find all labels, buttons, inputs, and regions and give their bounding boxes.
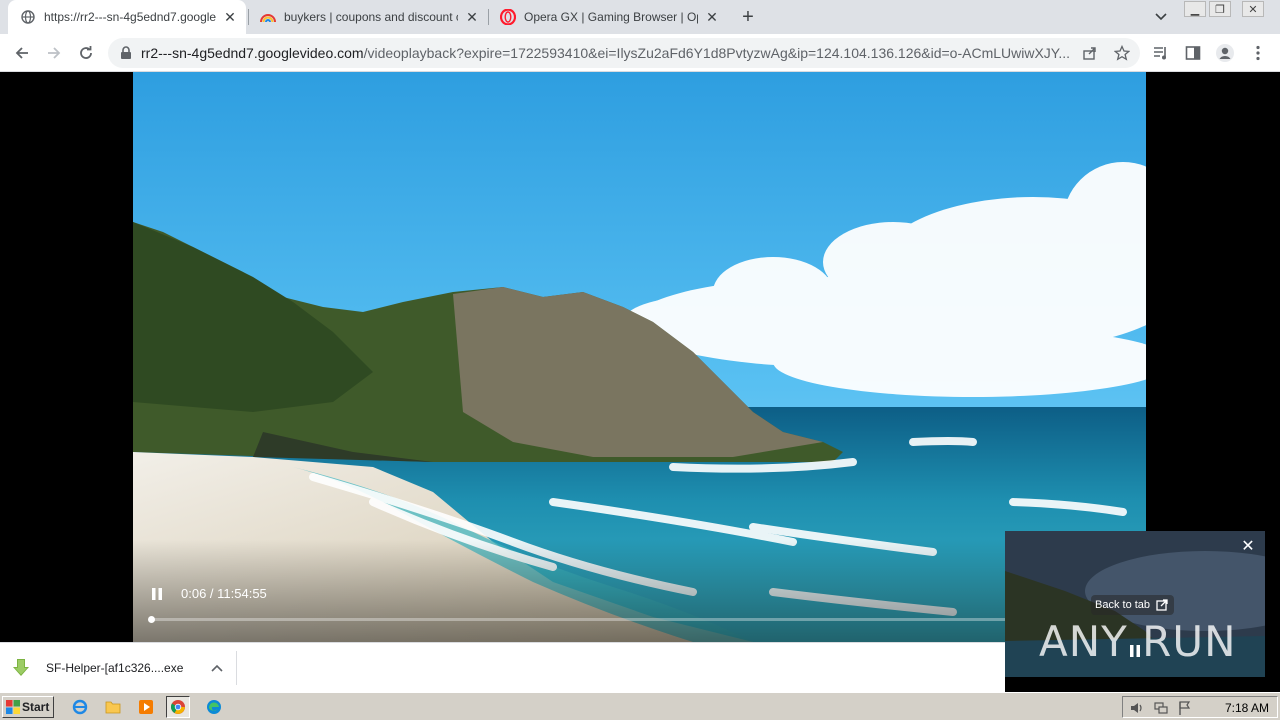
tab-buykers[interactable]: buykers | coupons and discount codes ✕ — [248, 0, 488, 34]
bookmark-star-icon[interactable] — [1112, 43, 1132, 63]
pause-button[interactable] — [149, 584, 165, 604]
picture-in-picture-window[interactable]: ✕ Back to tab ANY RUN — [1005, 531, 1265, 677]
internet-explorer-icon[interactable] — [70, 698, 90, 716]
edge-icon[interactable] — [204, 698, 224, 716]
volume-icon[interactable] — [1129, 700, 1145, 716]
download-filename: SF-Helper-[af1c326....exe — [46, 661, 184, 675]
reload-button[interactable] — [72, 39, 100, 67]
close-tab-icon[interactable]: ✕ — [222, 9, 238, 25]
profile-button[interactable] — [1211, 39, 1239, 67]
menu-button[interactable] — [1244, 39, 1272, 67]
side-panel-icon — [1185, 46, 1201, 60]
back-to-tab-button[interactable]: Back to tab — [1091, 595, 1175, 615]
tab-title: Opera GX | Gaming Browser | Opera — [524, 10, 698, 24]
flag-icon[interactable] — [1177, 700, 1193, 716]
playlist-icon — [1154, 47, 1166, 60]
url-host: rr2---sn-4g5ednd7.googlevideo.com — [141, 45, 364, 61]
chevron-up-icon[interactable] — [210, 661, 224, 675]
lock-icon[interactable] — [118, 45, 134, 61]
clock: 7:18 AM — [1224, 701, 1269, 715]
windows-logo-icon — [6, 700, 20, 714]
browser-toolbar: rr2---sn-4g5ednd7.googlevideo.com/videop… — [0, 34, 1280, 72]
windows-taskbar: Start 7:18 AM — [0, 692, 1280, 720]
restore-button[interactable]: ❐ — [1209, 1, 1231, 17]
pip-pause-icon[interactable] — [1127, 643, 1143, 659]
address-bar[interactable]: rr2---sn-4g5ednd7.googlevideo.com/videop… — [108, 38, 1140, 68]
download-file-icon — [13, 659, 29, 676]
rainbow-icon — [260, 9, 276, 25]
opera-icon — [500, 9, 516, 25]
arrow-left-icon — [15, 47, 28, 59]
back-to-tab-label: Back to tab — [1095, 599, 1151, 611]
pause-icon — [152, 588, 162, 600]
media-player-icon[interactable] — [136, 698, 156, 716]
system-tray: 7:18 AM — [1122, 696, 1278, 718]
progress-knob[interactable] — [148, 616, 155, 623]
tab-video[interactable]: https://rr2---sn-4g5ednd7.googlevideo.co… — [8, 0, 246, 34]
file-explorer-icon[interactable] — [103, 698, 123, 716]
network-icon[interactable] — [1153, 700, 1169, 716]
tab-strip: https://rr2---sn-4g5ednd7.googlevideo.co… — [0, 0, 1280, 34]
start-label: Start — [22, 700, 50, 714]
share-icon[interactable] — [1080, 43, 1100, 63]
open-external-icon — [1156, 599, 1168, 611]
forward-button[interactable] — [40, 39, 68, 67]
tab-title: buykers | coupons and discount codes — [284, 10, 458, 24]
video-time: 0:06 / 11:54:55 — [181, 586, 267, 601]
video-player[interactable]: 0:06 / 11:54:55 — [133, 72, 1146, 642]
avatar-icon — [1216, 44, 1234, 62]
new-tab-button[interactable]: + — [736, 5, 760, 29]
url-path: /videoplayback?expire=1722593410&ei=Ilys… — [363, 45, 1070, 61]
tab-title: https://rr2---sn-4g5ednd7.googlevideo.co… — [44, 10, 216, 24]
download-item[interactable]: SF-Helper-[af1c326....exe — [12, 653, 236, 683]
media-control-button[interactable] — [1147, 39, 1175, 67]
close-tab-icon[interactable]: ✕ — [464, 9, 480, 25]
video-progress-bar[interactable] — [148, 616, 1130, 623]
close-tab-icon[interactable]: ✕ — [704, 9, 720, 25]
kebab-menu-icon — [1256, 45, 1260, 61]
minimize-button[interactable]: ▁ — [1184, 1, 1206, 17]
arrow-right-icon — [48, 47, 61, 59]
url-text[interactable]: rr2---sn-4g5ednd7.googlevideo.com/videop… — [141, 45, 1081, 61]
chevron-down-icon[interactable] — [1150, 7, 1172, 27]
close-pip-icon[interactable]: ✕ — [1239, 537, 1257, 555]
beach-video-frame — [133, 72, 1146, 642]
start-button[interactable]: Start — [2, 696, 54, 718]
reload-icon — [80, 46, 92, 59]
divider — [236, 651, 237, 685]
back-button[interactable] — [8, 39, 36, 67]
chrome-taskbar-icon[interactable] — [166, 696, 190, 718]
globe-icon — [20, 9, 36, 25]
side-panel-button[interactable] — [1179, 39, 1207, 67]
close-window-button[interactable]: ✕ — [1242, 1, 1264, 17]
download-bar: SF-Helper-[af1c326....exe — [0, 642, 1005, 692]
tab-opera[interactable]: Opera GX | Gaming Browser | Opera ✕ — [488, 0, 728, 34]
